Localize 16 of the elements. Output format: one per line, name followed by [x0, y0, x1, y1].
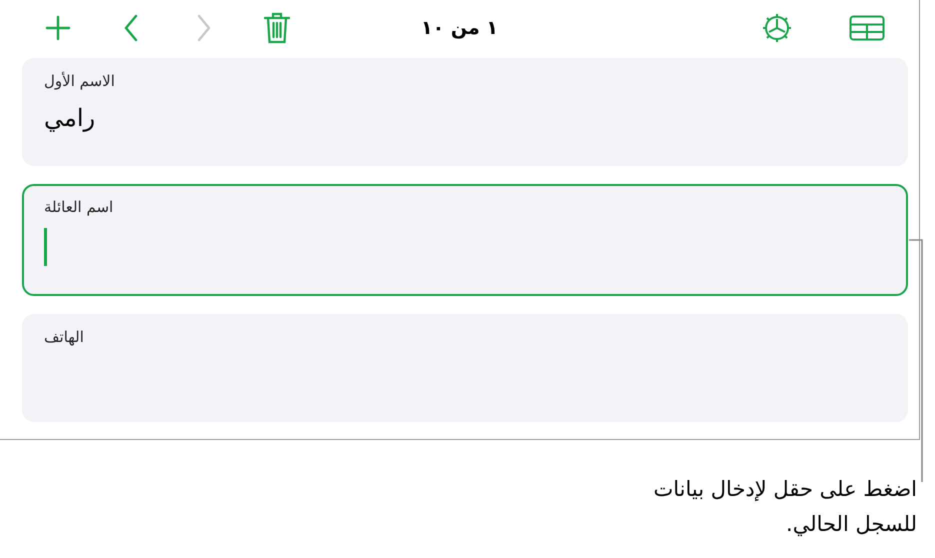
delete-icon — [264, 12, 290, 44]
field-label: الاسم الأول — [44, 72, 115, 90]
callout-text: اضغط على حقل لإدخال بيانات للسجل الحالي. — [652, 476, 917, 538]
back-icon — [123, 14, 139, 42]
field-label: اسم العائلة — [44, 198, 114, 216]
field-value: رامي — [44, 104, 96, 132]
add-icon — [45, 15, 71, 41]
gear-icon — [761, 12, 793, 44]
field-label: الهاتف — [44, 328, 84, 346]
text-cursor — [44, 228, 47, 266]
record-field[interactable]: الاسم الأول رامي — [22, 58, 908, 166]
record-counter: ١ من ١٠ — [421, 17, 498, 39]
record-field[interactable]: اسم العائلة — [22, 184, 908, 296]
record-field[interactable]: الهاتف — [22, 314, 908, 422]
table-icon — [849, 15, 885, 41]
forward-icon — [196, 14, 212, 42]
